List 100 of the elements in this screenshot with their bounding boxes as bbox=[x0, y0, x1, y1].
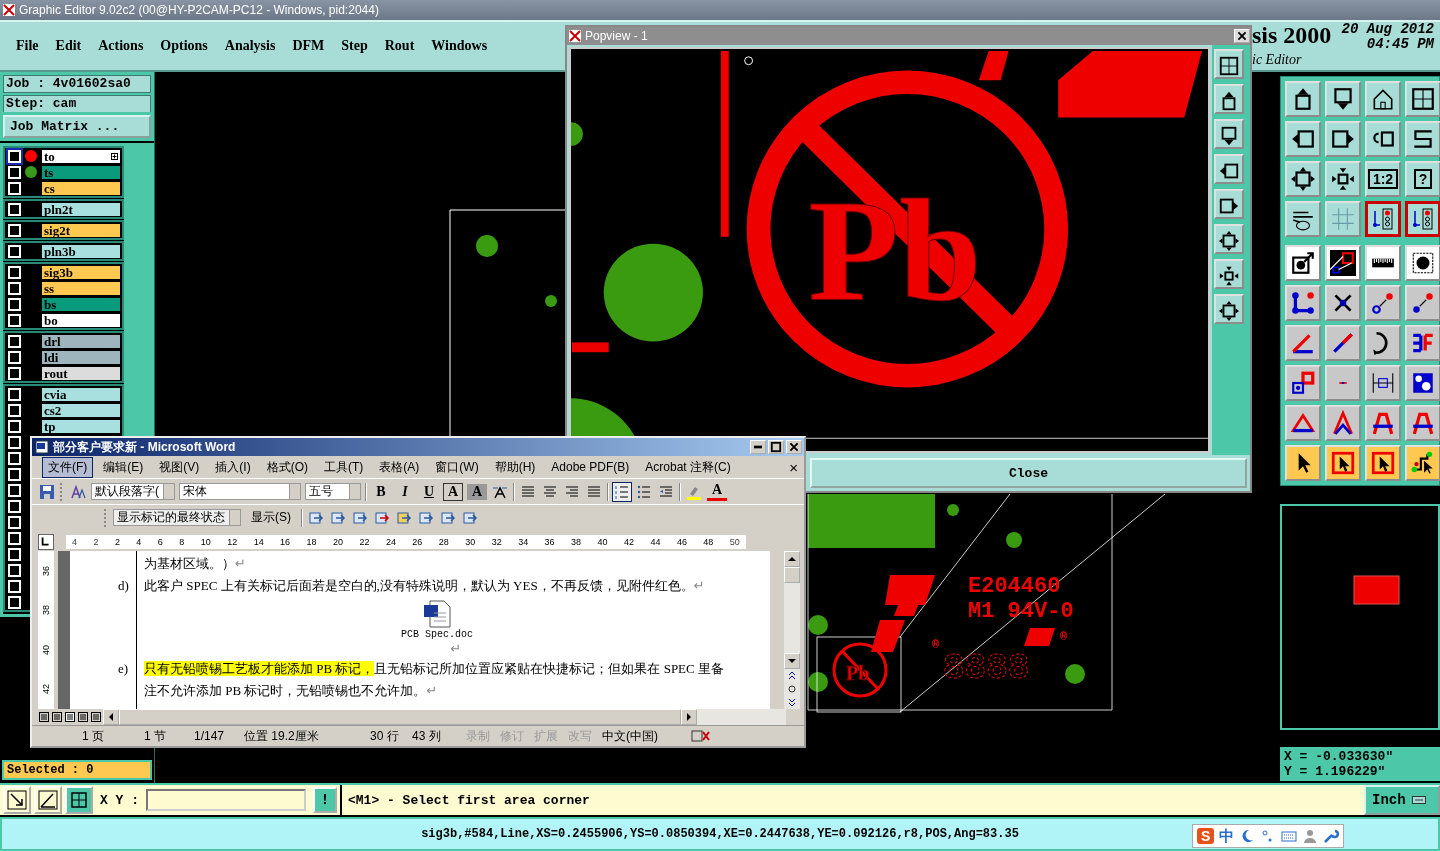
layer-checkbox[interactable] bbox=[8, 149, 21, 163]
xy-input[interactable] bbox=[146, 789, 306, 811]
layer-name[interactable]: cs bbox=[41, 180, 121, 196]
menu-item[interactable]: 表格(A) bbox=[373, 456, 426, 478]
layer-name[interactable]: ss bbox=[41, 280, 121, 296]
format-button[interactable]: A bbox=[467, 483, 487, 500]
layer-name[interactable]: pln3b bbox=[41, 243, 121, 259]
format-button[interactable]: U bbox=[419, 483, 439, 500]
layer-checkbox[interactable] bbox=[8, 244, 21, 258]
layer-checkbox[interactable] bbox=[8, 531, 21, 545]
close-document-button[interactable]: × bbox=[783, 458, 804, 476]
menu-item[interactable]: Analysis bbox=[224, 38, 276, 54]
menu-item[interactable]: 窗口(W) bbox=[429, 456, 485, 478]
tool-button[interactable]: 1:2 bbox=[1365, 161, 1401, 197]
snap-button[interactable] bbox=[3, 786, 31, 814]
menu-item[interactable]: Windows bbox=[431, 38, 488, 54]
book-icon[interactable] bbox=[690, 729, 710, 743]
layer-name[interactable]: bo bbox=[41, 312, 121, 328]
scroll-right-icon[interactable] bbox=[681, 709, 697, 725]
close-button[interactable] bbox=[1234, 29, 1250, 43]
tool-button[interactable] bbox=[1405, 201, 1440, 237]
menu-item[interactable]: Options bbox=[160, 38, 208, 54]
layer-checkbox[interactable] bbox=[8, 547, 21, 561]
font-combo[interactable]: 宋体 bbox=[179, 483, 301, 500]
scroll-up-icon[interactable] bbox=[784, 551, 800, 567]
user-icon[interactable] bbox=[1302, 828, 1319, 844]
menu-item[interactable]: 视图(V) bbox=[153, 456, 206, 478]
layer-name[interactable]: drl bbox=[41, 333, 121, 349]
layer-name[interactable]: rout bbox=[41, 365, 121, 381]
layer-name[interactable]: cvia bbox=[41, 386, 121, 402]
file-caption[interactable]: PCB Spec.doc bbox=[401, 629, 473, 640]
layer-name[interactable]: ts bbox=[41, 164, 121, 180]
ime-mode[interactable]: 中 bbox=[1219, 826, 1235, 846]
maximize-button[interactable] bbox=[768, 440, 784, 454]
grid-button[interactable] bbox=[65, 786, 93, 814]
scroll-down-icon[interactable] bbox=[784, 653, 800, 669]
menu-item[interactable]: Acrobat 注释(C) bbox=[639, 456, 737, 478]
layer-name[interactable]: sig2t bbox=[41, 222, 121, 238]
horizontal-scrollbar[interactable] bbox=[103, 709, 786, 725]
format-button[interactable]: B bbox=[371, 483, 391, 500]
show-menu-button[interactable]: 显示(S) bbox=[245, 508, 297, 527]
layer-checkbox[interactable] bbox=[8, 499, 21, 513]
minimize-button[interactable] bbox=[750, 440, 766, 454]
scroll-left-icon[interactable] bbox=[103, 709, 119, 725]
layer-name[interactable]: ldi bbox=[41, 349, 121, 365]
view-mode-icon[interactable] bbox=[77, 711, 89, 723]
scroll-thumb[interactable] bbox=[784, 567, 800, 583]
view-button[interactable] bbox=[1214, 189, 1244, 219]
menu-item[interactable]: Adobe PDF(B) bbox=[545, 458, 636, 476]
layer-checkbox[interactable] bbox=[8, 165, 21, 179]
menu-item[interactable]: 编辑(E) bbox=[97, 456, 150, 478]
tab-selector[interactable] bbox=[38, 534, 54, 550]
menu-item[interactable]: 文件(F) bbox=[42, 456, 94, 478]
layer-checkbox[interactable] bbox=[8, 297, 21, 311]
view-button[interactable] bbox=[1214, 154, 1244, 184]
layer-checkbox[interactable] bbox=[8, 579, 21, 593]
layer-checkbox[interactable] bbox=[8, 366, 21, 380]
view-button[interactable] bbox=[1214, 259, 1244, 289]
layer-checkbox[interactable] bbox=[8, 515, 21, 529]
menu-item[interactable]: Step bbox=[341, 38, 368, 54]
job-matrix-button[interactable]: Job Matrix ... bbox=[3, 115, 151, 138]
tool-button[interactable]: ? bbox=[1405, 161, 1440, 197]
layer-checkbox[interactable] bbox=[8, 451, 21, 465]
layer-checkbox[interactable] bbox=[8, 467, 21, 481]
menu-item[interactable]: Rout bbox=[384, 38, 415, 54]
layer-checkbox[interactable] bbox=[8, 313, 21, 327]
view-button[interactable] bbox=[1214, 294, 1244, 324]
units-button[interactable]: Inch bbox=[1364, 785, 1440, 815]
size-combo[interactable]: 五号 bbox=[305, 483, 361, 500]
menu-item[interactable]: Edit bbox=[55, 38, 82, 54]
view-button[interactable] bbox=[1214, 119, 1244, 149]
layer-checkbox[interactable] bbox=[8, 202, 21, 216]
markup-view-combo[interactable]: 显示标记的最终状态 bbox=[113, 509, 241, 526]
view-button[interactable] bbox=[1214, 224, 1244, 254]
menu-item[interactable]: Actions bbox=[98, 38, 144, 54]
layer-checkbox[interactable] bbox=[8, 281, 21, 295]
menu-item[interactable]: 格式(O) bbox=[260, 456, 314, 478]
layer-checkbox[interactable] bbox=[8, 483, 21, 497]
layer-name[interactable]: tp bbox=[41, 418, 121, 434]
menu-item[interactable]: File bbox=[16, 38, 39, 54]
menu-item[interactable]: 插入(I) bbox=[209, 456, 257, 478]
scroll-thumb[interactable] bbox=[119, 709, 681, 725]
layer-checkbox[interactable] bbox=[8, 350, 21, 364]
layer-checkbox[interactable] bbox=[8, 563, 21, 577]
layer-name[interactable]: sig3b bbox=[41, 264, 121, 280]
layer-checkbox[interactable] bbox=[8, 403, 21, 417]
menu-item[interactable]: 工具(T) bbox=[318, 456, 370, 478]
font-color-button[interactable]: A bbox=[707, 482, 727, 501]
format-button[interactable]: A bbox=[443, 482, 463, 501]
view-mode-icon[interactable] bbox=[51, 711, 63, 723]
layer-checkbox[interactable] bbox=[8, 595, 21, 609]
layer-name[interactable]: bs bbox=[41, 296, 121, 312]
view-button[interactable] bbox=[1214, 84, 1244, 114]
layer-checkbox[interactable] bbox=[8, 387, 21, 401]
menu-item[interactable]: 帮助(H) bbox=[488, 456, 542, 478]
numbering-icon[interactable] bbox=[613, 482, 631, 501]
format-button[interactable]: I bbox=[395, 483, 415, 500]
layer-name[interactable]: to bbox=[41, 148, 121, 164]
layer-checkbox[interactable] bbox=[8, 435, 21, 449]
layer-checkbox[interactable] bbox=[8, 223, 21, 237]
